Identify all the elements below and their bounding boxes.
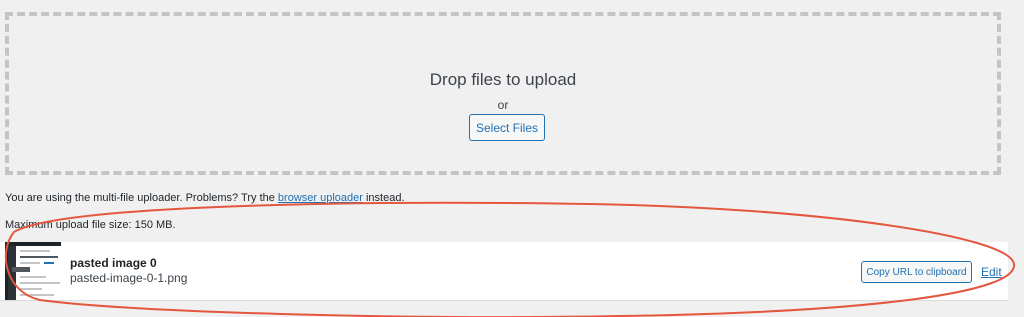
uploader-notice-prefix: You are using the multi-file uploader. P…: [5, 192, 278, 204]
edit-link[interactable]: Edit: [981, 265, 1002, 279]
select-files-button[interactable]: Select Files: [469, 114, 545, 141]
uploaded-item-row: pasted image 0 pasted-image-0-1.png Copy…: [0, 242, 1008, 301]
drop-zone[interactable]: Drop files to upload or Select Files: [5, 12, 1001, 175]
drop-zone-or: or: [497, 98, 509, 112]
image-thumbnail[interactable]: [5, 242, 61, 300]
uploader-notice-suffix: instead.: [362, 192, 405, 204]
media-upload-screen: Drop files to upload or Select Files You…: [0, 0, 1024, 317]
copy-url-button[interactable]: Copy URL to clipboard: [861, 261, 972, 283]
uploaded-file-title: pasted image 0: [70, 256, 157, 270]
max-upload-size: Maximum upload file size: 150 MB.: [5, 219, 176, 231]
uploader-notice: You are using the multi-file uploader. P…: [5, 192, 405, 204]
uploaded-file-name: pasted-image-0-1.png: [70, 271, 188, 285]
drop-zone-title: Drop files to upload: [429, 70, 577, 89]
browser-uploader-link[interactable]: browser uploader: [278, 192, 363, 204]
